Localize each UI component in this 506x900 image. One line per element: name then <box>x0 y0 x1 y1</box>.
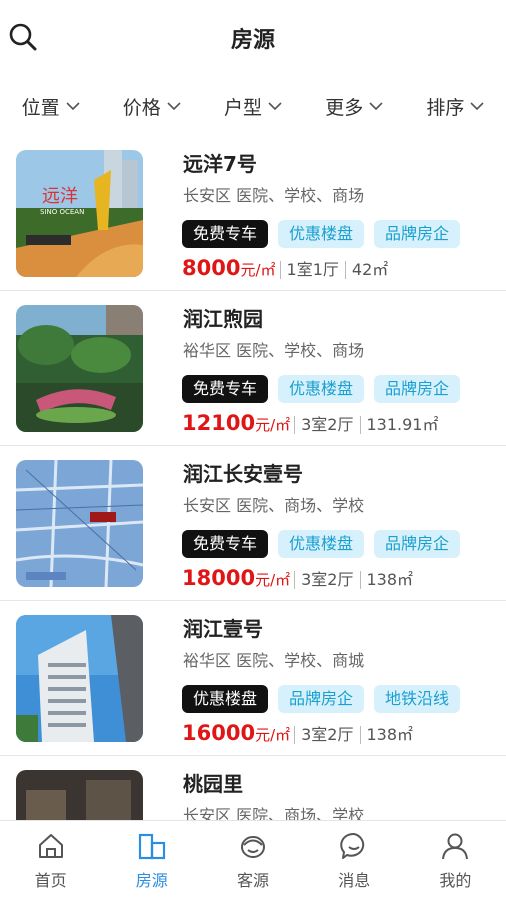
tag-badge: 品牌房企 <box>278 685 365 713</box>
profile-icon <box>442 833 469 860</box>
building-icon <box>138 833 165 860</box>
filter-label: 排序 <box>426 96 465 119</box>
tag-badge: 品牌房企 <box>374 530 461 558</box>
tag-badge: 免费专车 <box>182 220 269 248</box>
chevron-down-icon <box>268 102 282 111</box>
listing-price: 18000 <box>182 566 256 590</box>
chevron-down-icon <box>470 102 484 111</box>
listing-name: 润江壹号 <box>183 617 263 641</box>
list-item[interactable]: 桃园里 长安区 医院、商场、学校 <box>0 756 506 820</box>
listing-photo <box>16 615 143 742</box>
page-title: 房源 <box>230 28 275 53</box>
listing-address: 长安区 医院、学校、商场 <box>183 186 365 205</box>
tab-clients[interactable]: 客源 <box>202 821 303 900</box>
filter-more[interactable]: 更多 <box>304 86 405 126</box>
tag-badge: 优惠楼盘 <box>278 530 365 558</box>
chevron-down-icon <box>167 102 181 111</box>
listing-area: 131.91㎡ <box>359 416 445 434</box>
listing-photo <box>16 770 143 820</box>
filter-label: 价格 <box>122 96 161 119</box>
chevron-down-icon <box>66 102 80 111</box>
listing-layout: 1室1厅 <box>279 261 345 279</box>
listing-tags: 免费专车 优惠楼盘 品牌房企 <box>182 375 461 403</box>
listing-address: 裕华区 医院、学校、商场 <box>183 341 365 360</box>
client-icon <box>241 836 265 858</box>
price-unit: 元/㎡ <box>240 261 276 279</box>
listing-photo <box>16 460 143 587</box>
listing-name: 润江长安壹号 <box>183 462 303 486</box>
filter-label: 更多 <box>325 96 364 119</box>
price-line: 18000 元/㎡ 3室2厅 138㎡ <box>182 566 419 590</box>
tag-badge: 品牌房企 <box>374 375 461 403</box>
price-unit: 元/㎡ <box>255 571 291 589</box>
tab-label: 房源 <box>135 871 168 890</box>
listing-photo <box>16 305 143 432</box>
listing-price: 12100 <box>182 411 256 435</box>
message-icon <box>340 832 365 859</box>
app-header: 房源 <box>0 0 506 76</box>
filter-location[interactable]: 位置 <box>0 86 101 126</box>
sign-text: 远洋 <box>42 186 78 207</box>
tag-badge: 优惠楼盘 <box>182 685 269 713</box>
tag-badge: 优惠楼盘 <box>278 220 365 248</box>
filter-price[interactable]: 价格 <box>101 86 202 126</box>
listing-tags: 免费专车 优惠楼盘 品牌房企 <box>182 220 461 248</box>
filter-layout[interactable]: 户型 <box>202 86 303 126</box>
tab-home[interactable]: 首页 <box>0 821 101 900</box>
price-unit: 元/㎡ <box>255 416 291 434</box>
filter-sort[interactable]: 排序 <box>405 86 506 126</box>
tab-label: 首页 <box>34 871 67 890</box>
listing-address: 长安区 医院、商场、学校 <box>183 806 365 820</box>
listing-name: 远洋7号 <box>183 152 257 176</box>
listing-layout: 3室2厅 <box>294 571 359 589</box>
price-line: 16000 元/㎡ 3室2厅 138㎡ <box>182 721 419 745</box>
listing-address: 裕华区 医院、学校、商城 <box>183 651 365 670</box>
listing-layout: 3室2厅 <box>294 726 359 744</box>
listing-name: 桃园里 <box>183 772 243 796</box>
bottom-tab-bar: 首页 房源 客源 消息 我的 <box>0 820 506 900</box>
listing-area: 42㎡ <box>344 261 394 279</box>
listing-area: 138㎡ <box>359 726 420 744</box>
tag-badge: 优惠楼盘 <box>278 375 365 403</box>
filter-bar: 位置 价格 户型 更多 排序 <box>0 86 506 126</box>
tag-badge: 免费专车 <box>182 375 269 403</box>
listing-layout: 3室2厅 <box>294 416 359 434</box>
tag-badge: 地铁沿线 <box>374 685 461 713</box>
tab-label: 客源 <box>237 871 270 890</box>
list-item[interactable]: 润江煦园 裕华区 医院、学校、商场 免费专车 优惠楼盘 品牌房企 12100 元… <box>0 291 506 446</box>
list-item[interactable]: 润江长安壹号 长安区 医院、商场、学校 免费专车 优惠楼盘 品牌房企 18000… <box>0 446 506 601</box>
listing-area: 138㎡ <box>359 571 420 589</box>
chevron-down-icon <box>369 102 383 111</box>
tab-listings[interactable]: 房源 <box>101 821 202 900</box>
listing-name: 润江煦园 <box>183 307 263 331</box>
price-unit: 元/㎡ <box>255 726 291 744</box>
tab-label: 我的 <box>439 871 472 890</box>
home-icon <box>38 834 63 858</box>
filter-label: 位置 <box>21 96 60 119</box>
tag-badge: 品牌房企 <box>374 220 461 248</box>
tag-badge: 免费专车 <box>182 530 269 558</box>
listing-tags: 优惠楼盘 品牌房企 地铁沿线 <box>182 685 461 713</box>
listing-tags: 免费专车 优惠楼盘 品牌房企 <box>182 530 461 558</box>
tab-profile[interactable]: 我的 <box>405 821 506 900</box>
tab-messages[interactable]: 消息 <box>304 821 405 900</box>
listing-price: 16000 <box>182 721 256 745</box>
filter-label: 户型 <box>224 96 263 119</box>
price-line: 8000 元/㎡ 1室1厅 42㎡ <box>182 256 394 280</box>
list-item[interactable]: 润江壹号 裕华区 医院、学校、商城 优惠楼盘 品牌房企 地铁沿线 16000 元… <box>0 601 506 756</box>
price-line: 12100 元/㎡ 3室2厅 131.91㎡ <box>182 411 445 435</box>
tab-label: 消息 <box>338 871 371 890</box>
sign-text-en: SINO OCEAN <box>40 208 84 216</box>
listing-price: 8000 <box>182 256 241 280</box>
list-item[interactable]: 远洋 SINO OCEAN 远洋7号 长安区 医院、学校、商场 免费专车 优惠楼… <box>0 136 506 291</box>
listing-list[interactable]: 远洋 SINO OCEAN 远洋7号 长安区 医院、学校、商场 免费专车 优惠楼… <box>0 136 506 820</box>
listing-address: 长安区 医院、商场、学校 <box>183 496 365 515</box>
listing-photo: 远洋 SINO OCEAN <box>16 150 143 277</box>
